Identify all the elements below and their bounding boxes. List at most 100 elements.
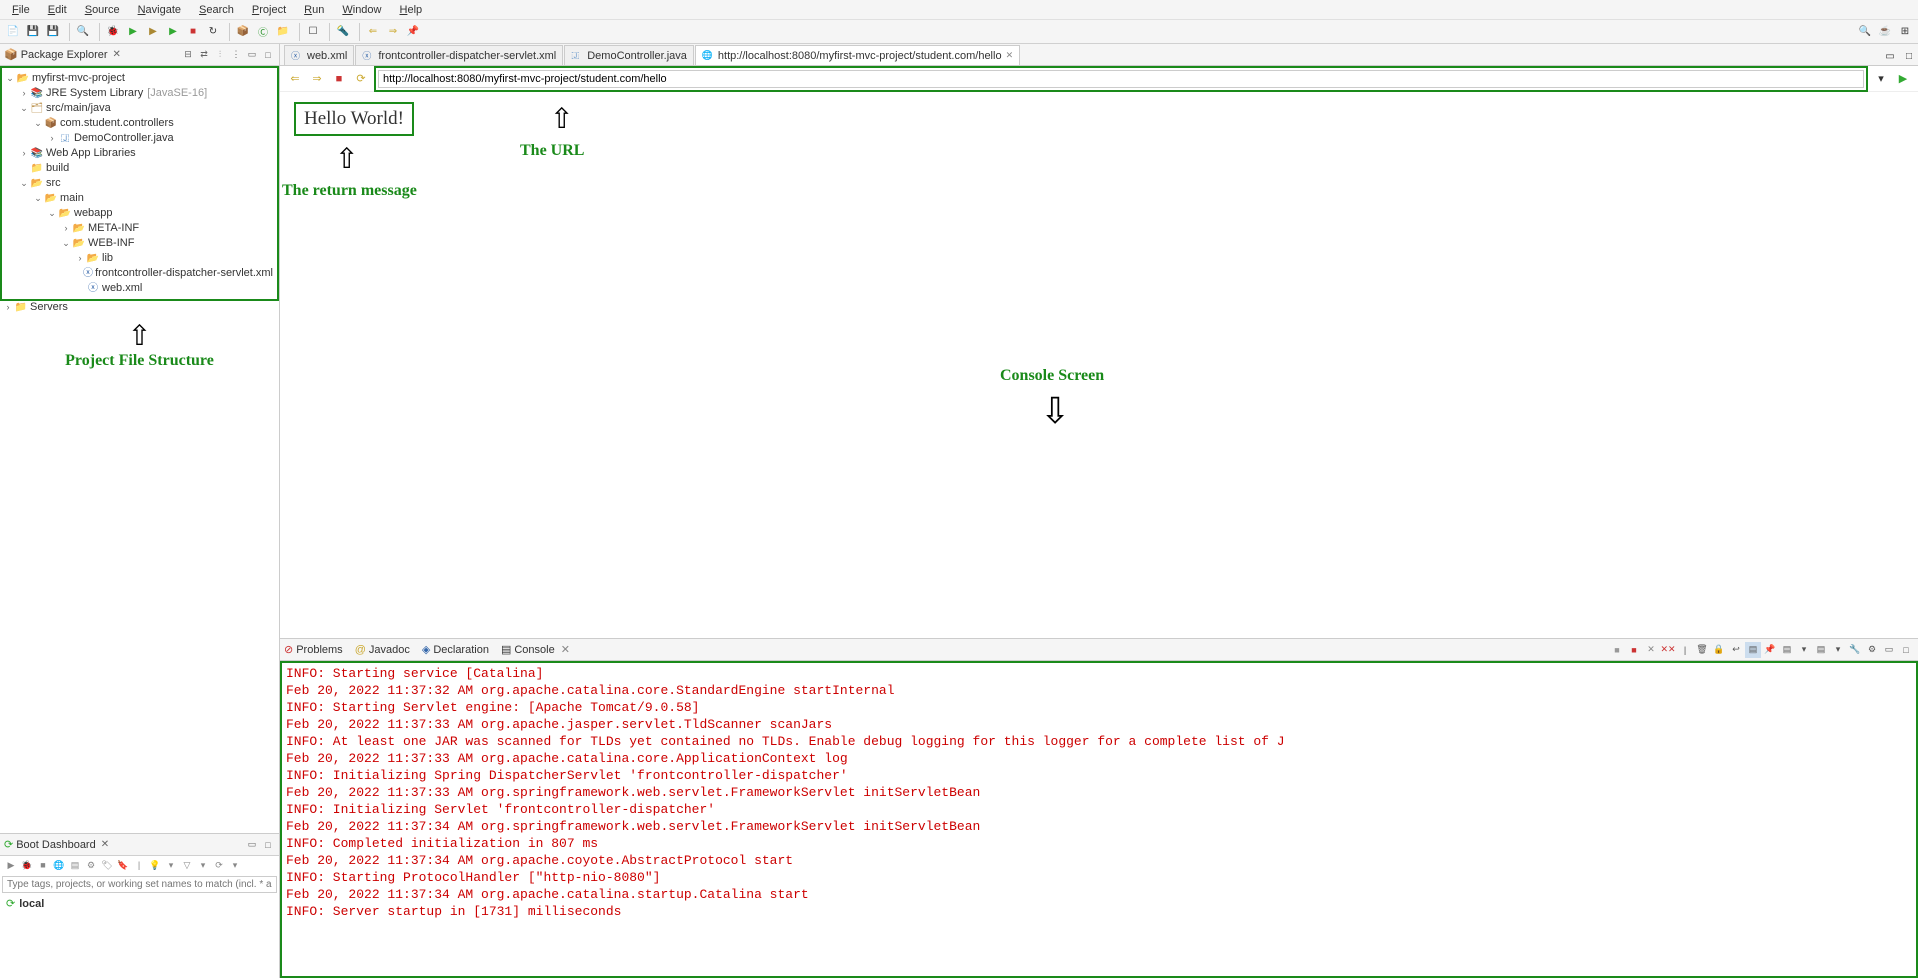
debug-icon[interactable]: 🐞 [104,23,122,41]
console-settings-icon[interactable]: 🔧 [1847,642,1863,658]
word-wrap-icon[interactable]: ↩ [1728,642,1744,658]
project-tree[interactable]: ⌄📂myfirst-mvc-project ›📚JRE System Libra… [0,66,279,301]
maximize-icon[interactable]: □ [1898,642,1914,658]
view-menu-icon[interactable]: ⋮ [229,48,243,62]
boot-console-icon[interactable]: ▤ [68,858,82,872]
link-editor-icon[interactable]: ⇄ [197,48,211,62]
tab-javadoc[interactable]: @Javadoc [355,644,410,656]
boot-filter-icon[interactable]: 🔖 [116,858,130,872]
perspective-java-icon[interactable]: ☕ [1876,23,1894,41]
boot-filter2-icon[interactable]: ▽ [180,858,194,872]
tree-web-xml[interactable]: web.xml [100,281,142,296]
relaunch-icon[interactable]: ↻ [204,23,222,41]
tab-console[interactable]: ▤Console✕ [501,643,570,656]
back-history-icon[interactable]: ⇐ [364,23,382,41]
search-icon[interactable]: 🔦 [334,23,352,41]
tree-fc-xml[interactable]: frontcontroller-dispatcher-servlet.xml [93,266,273,281]
new-project-icon[interactable]: 📁 [274,23,292,41]
scroll-lock-icon[interactable]: 🔒 [1711,642,1727,658]
save-icon[interactable]: 💾 [24,23,42,41]
pin-console-icon[interactable]: 📌 [1762,642,1778,658]
tree-metainf[interactable]: META-INF [86,221,139,236]
forward-icon[interactable]: ⇒ [308,70,326,88]
menu-help[interactable]: Help [392,2,431,18]
menu-window[interactable]: Window [334,2,389,18]
open-task-icon[interactable]: ☐ [304,23,322,41]
run-icon[interactable]: ▶ [124,23,142,41]
show-console-icon[interactable]: ▤ [1745,642,1761,658]
tree-webapp-lib[interactable]: Web App Libraries [44,146,136,161]
terminate-all-icon[interactable]: ■ [1626,642,1642,658]
boot-run-icon[interactable]: ▶ [4,858,18,872]
open-type-icon[interactable]: 🔍 [74,23,92,41]
menu-run[interactable]: Run [296,2,332,18]
menu-navigate[interactable]: Navigate [130,2,189,18]
tree-servers[interactable]: Servers [28,301,68,313]
new-class-icon[interactable]: Ⓒ [254,23,272,41]
display-console-icon[interactable]: ▤ [1779,642,1795,658]
tab-web-xml[interactable]: ⓧweb.xml [284,45,354,65]
boot-search-input[interactable] [2,876,277,893]
new-icon[interactable]: 📄 [4,23,22,41]
boot-tag-icon[interactable]: 🏷 [100,858,114,872]
menu-source[interactable]: Source [77,2,128,18]
save-all-icon[interactable]: 💾 [44,23,62,41]
tab-browser[interactable]: 🌐http://localhost:8080/myfirst-mvc-proje… [695,45,1020,65]
boot-group-icon[interactable]: 💡 [148,858,162,872]
maximize-icon[interactable]: □ [1900,47,1918,65]
minimize-icon[interactable]: ▭ [245,48,259,62]
pin-icon[interactable]: 📌 [404,23,422,41]
minimize-icon[interactable]: ▭ [1881,642,1897,658]
tree-lib[interactable]: lib [100,251,113,266]
boot-debug-icon[interactable]: 🐞 [20,858,34,872]
tree-main[interactable]: main [58,191,84,206]
run-last-icon[interactable]: ▶ [164,23,182,41]
tree-src-java[interactable]: src/main/java [44,101,111,116]
stop-icon[interactable]: ■ [330,70,348,88]
tree-jre[interactable]: JRE System Library [44,86,143,101]
go-icon[interactable]: ▶ [1894,70,1912,88]
minimize-icon[interactable]: ▭ [1881,47,1899,65]
url-input[interactable] [378,70,1864,88]
menu-project[interactable]: Project [244,2,294,18]
close-icon[interactable]: ✕ [1006,50,1014,61]
tree-webinf[interactable]: WEB-INF [86,236,134,251]
menu-search[interactable]: Search [191,2,242,18]
forward-history-icon[interactable]: ⇒ [384,23,402,41]
terminate-icon[interactable]: ■ [1609,642,1625,658]
maximize-icon[interactable]: □ [261,48,275,62]
perspective-open-icon[interactable]: ⊞ [1896,23,1914,41]
filter-icon[interactable]: ⫶ [213,48,227,62]
quick-access-icon[interactable]: 🔍 [1856,23,1874,41]
tree-project[interactable]: myfirst-mvc-project [30,71,125,86]
clear-console-icon[interactable]: 🗑 [1694,642,1710,658]
tree-pkg[interactable]: com.student.controllers [58,116,174,131]
open-console-icon[interactable]: ▤ [1813,642,1829,658]
tree-build[interactable]: build [44,161,69,176]
tree-webapp[interactable]: webapp [72,206,113,221]
tab-declaration[interactable]: ◈Declaration [422,643,489,656]
tree-src[interactable]: src [44,176,61,191]
collapse-all-icon[interactable]: ⊟ [181,48,195,62]
remove-all-icon[interactable]: ✕✕ [1660,642,1676,658]
tab-demo-controller[interactable]: 🇯DemoController.java [564,45,694,65]
remove-launch-icon[interactable]: ✕ [1643,642,1659,658]
back-icon[interactable]: ⇐ [286,70,304,88]
url-dropdown-icon[interactable]: ▾ [1872,70,1890,88]
close-icon[interactable]: ✕ [101,839,109,850]
boot-open-icon[interactable]: 🌐 [52,858,66,872]
menu-file[interactable]: File [4,2,38,18]
boot-item-local[interactable]: ⟳ local [0,895,279,912]
minimize-icon[interactable]: ▭ [245,838,259,852]
console-output[interactable]: INFO: Starting service [Catalina]Feb 20,… [280,661,1918,978]
boot-config-icon[interactable]: ⚙ [84,858,98,872]
coverage-icon[interactable]: ▶ [144,23,162,41]
new-package-icon[interactable]: 📦 [234,23,252,41]
boot-stop-icon[interactable]: ■ [36,858,50,872]
boot-refresh-icon[interactable]: ⟳ [212,858,226,872]
stop-icon[interactable]: ■ [184,23,202,41]
close-icon[interactable]: ✕ [113,49,121,60]
close-icon[interactable]: ✕ [561,643,570,656]
tab-fc-xml[interactable]: ⓧfrontcontroller-dispatcher-servlet.xml [355,45,563,65]
refresh-icon[interactable]: ⟳ [352,70,370,88]
